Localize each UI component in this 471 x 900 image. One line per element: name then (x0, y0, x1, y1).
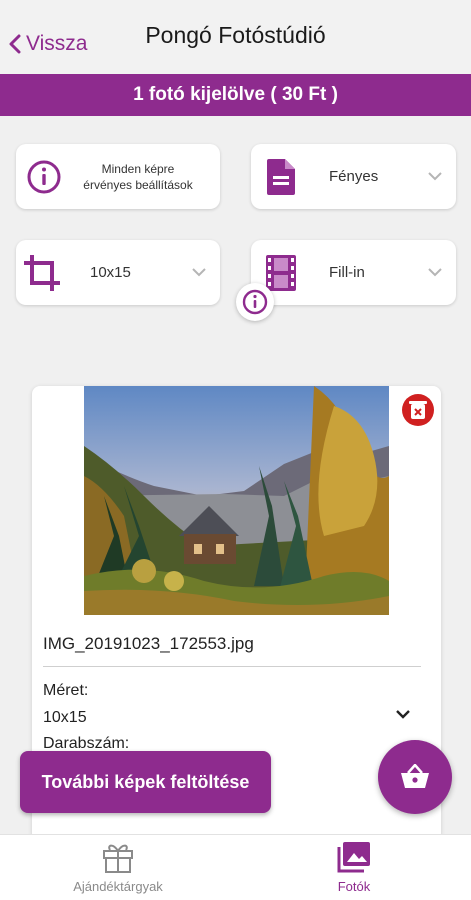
trash-icon (409, 401, 427, 419)
photo-thumbnail[interactable] (84, 386, 389, 615)
chevron-down-icon (428, 267, 442, 276)
bottom-navigation: Ajándéktárgyak Fotók (0, 834, 471, 900)
info-icon (24, 157, 64, 197)
upload-more-button[interactable]: További képek feltöltése (20, 751, 271, 813)
paper-type-select[interactable]: Fényes (251, 144, 456, 209)
divider (43, 666, 421, 667)
size-value: 10x15 (90, 264, 131, 281)
basket-icon (401, 764, 429, 788)
paper-type-value: Fényes (329, 168, 379, 185)
document-icon (261, 157, 301, 197)
nav-label-photos: Fotók (337, 879, 371, 894)
nav-label-gifts: Ajándéktárgyak (73, 879, 163, 894)
top-bar: Vissza Pongó Fotóstúdió (0, 0, 471, 74)
photo-size-value[interactable]: 10x15 (43, 709, 87, 727)
page-title: Pongó Fotóstúdió (145, 22, 326, 48)
crop-icon (22, 253, 62, 293)
chevron-down-icon (428, 171, 442, 180)
size-select[interactable]: 10x15 (16, 240, 220, 305)
fit-info-button[interactable] (236, 283, 274, 321)
selection-banner: 1 fotó kijelölve ( 30 Ft ) (0, 74, 471, 116)
gift-icon (103, 844, 133, 873)
info-icon (242, 289, 268, 315)
nav-item-gifts[interactable]: Ajándéktárgyak (43, 841, 193, 894)
photo-filename: IMG_20191023_172553.jpg (43, 634, 254, 653)
delete-photo-button[interactable] (402, 394, 434, 426)
fit-mode-value: Fill-in (329, 264, 365, 281)
chevron-down-icon (192, 267, 206, 276)
all-photos-settings-label: Minden képre érvényes beállítások (83, 161, 193, 192)
photos-icon (337, 842, 370, 873)
chevron-down-icon[interactable] (395, 709, 411, 720)
photo-size-label: Méret: (43, 682, 89, 699)
all-photos-settings-button[interactable]: Minden képre érvényes beállítások (16, 144, 220, 209)
cart-button[interactable] (378, 740, 452, 814)
nav-item-photos[interactable]: Fotók (279, 841, 429, 894)
fit-mode-select[interactable]: Fill-in (251, 240, 456, 305)
